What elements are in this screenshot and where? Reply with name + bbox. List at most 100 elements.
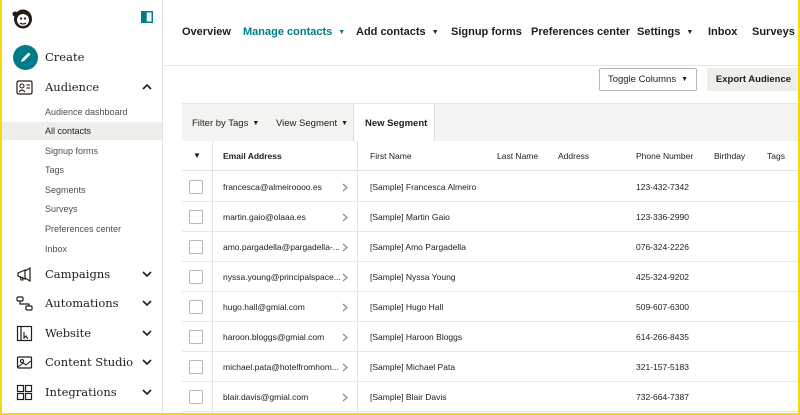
chevron-right-icon[interactable] <box>342 273 348 282</box>
tab-manage-contacts-label: Manage contacts <box>243 26 333 38</box>
sidebar-collapse-icon[interactable] <box>141 11 153 23</box>
chevron-right-icon[interactable] <box>342 213 348 222</box>
chevron-right-icon[interactable] <box>342 303 348 312</box>
table-row[interactable]: amo.pargadella@pargadella-... [Sample] Am… <box>182 232 798 262</box>
row-checkbox[interactable] <box>189 210 203 224</box>
column-birthday[interactable]: Birthday <box>714 151 745 161</box>
sidebar-item-campaigns[interactable]: Campaigns <box>2 261 162 287</box>
column-email-address[interactable]: Email Address <box>223 151 282 161</box>
sidebar-subitem-surveys[interactable]: Surveys <box>2 200 162 218</box>
chevron-down-icon: ▼ <box>338 29 346 36</box>
chevron-down-icon: ▼ <box>686 29 694 36</box>
chevron-down-icon[interactable] <box>142 388 152 396</box>
row-phone: 509-607-6300 <box>636 302 689 312</box>
row-phone: 123-336-2990 <box>636 212 689 222</box>
tab-overview[interactable]: Overview <box>182 26 231 38</box>
table-header: ▼ Email Address First Name Last Name Add… <box>182 141 798 171</box>
sidebar-item-integrations[interactable]: Integrations <box>2 379 162 405</box>
column-address[interactable]: Address <box>558 151 589 161</box>
row-checkbox[interactable] <box>189 300 203 314</box>
row-email[interactable]: amo.pargadella@pargadella-... <box>223 242 343 252</box>
sidebar-campaigns-label: Campaigns <box>45 267 111 281</box>
new-segment-button[interactable]: New Segment <box>353 104 435 142</box>
row-email[interactable]: nyssa.young@principalspace... <box>223 272 343 282</box>
table-row[interactable]: francesca@almeiroooo.es [Sample] Francesc… <box>182 172 798 202</box>
chevron-up-icon[interactable] <box>142 83 152 91</box>
filter-by-tags-label: Filter by Tags <box>192 118 249 129</box>
table-row[interactable]: nyssa.young@principalspace... [Sample] Ny… <box>182 262 798 292</box>
table-row[interactable]: haroon.bloggs@gmial.com [Sample] Haroon B… <box>182 322 798 352</box>
row-phone: 321-157-5183 <box>636 362 689 372</box>
toggle-columns-button[interactable]: Toggle Columns ▼ <box>599 68 697 91</box>
row-checkbox[interactable] <box>189 390 203 404</box>
audience-icon <box>16 80 33 95</box>
chevron-down-icon[interactable] <box>142 299 152 307</box>
column-last-name[interactable]: Last Name <box>497 151 538 161</box>
sidebar-item-audience[interactable]: Audience <box>2 74 162 100</box>
chevron-right-icon[interactable] <box>342 183 348 192</box>
chevron-down-icon[interactable] <box>142 270 152 278</box>
view-segment-dropdown[interactable]: View Segment ▼ <box>276 118 348 129</box>
tab-preferences-center[interactable]: Preferences center <box>531 26 630 38</box>
sidebar-item-create[interactable]: Create <box>2 44 162 70</box>
sidebar-subitem-all-contacts[interactable]: All contacts <box>2 122 162 140</box>
column-tags[interactable]: Tags <box>767 151 785 161</box>
export-audience-button[interactable]: Export Audience <box>707 68 798 91</box>
table-row[interactable]: michael.pata@hotelfromhom... [Sample] Mic… <box>182 352 798 382</box>
sidebar-audience-label: Audience <box>45 80 100 94</box>
row-email[interactable]: blair.davis@gmial.com <box>223 392 343 402</box>
chevron-down-icon[interactable] <box>142 358 152 366</box>
chevron-down-icon: ▼ <box>252 120 260 127</box>
tab-settings[interactable]: Settings ▼ <box>637 26 693 38</box>
tab-add-contacts[interactable]: Add contacts ▼ <box>356 26 439 38</box>
row-checkbox[interactable] <box>189 270 203 284</box>
chevron-right-icon[interactable] <box>342 393 348 402</box>
tab-signup-forms-label: Signup forms <box>451 26 522 38</box>
sidebar-subitem-preferences-center[interactable]: Preferences center <box>2 220 162 238</box>
sidebar-subitem-signup-forms[interactable]: Signup forms <box>2 142 162 160</box>
table-row[interactable]: martin.gaio@olaaa.es [Sample] Martin Gaio… <box>182 202 798 232</box>
row-checkbox[interactable] <box>189 330 203 344</box>
column-phone-number[interactable]: Phone Number <box>636 151 693 161</box>
row-email[interactable]: martin.gaio@olaaa.es <box>223 212 343 222</box>
row-checkbox[interactable] <box>189 180 203 194</box>
chevron-right-icon[interactable] <box>342 363 348 372</box>
tab-settings-label: Settings <box>637 26 681 38</box>
tab-manage-contacts[interactable]: Manage contacts ▼ <box>243 26 345 38</box>
sidebar-subitem-tags[interactable]: Tags <box>2 161 162 179</box>
integrations-icon <box>16 384 33 401</box>
row-first-name: [Sample] Nyssa Young <box>370 272 456 282</box>
sidebar-item-content-studio[interactable]: Content Studio <box>2 349 162 375</box>
sidebar-website-label: Website <box>45 326 92 340</box>
tab-surveys-label: Surveys <box>752 26 795 38</box>
sidebar-subitem-inbox[interactable]: Inbox <box>2 240 162 258</box>
tab-surveys[interactable]: Surveys <box>752 26 795 38</box>
chevron-down-icon[interactable] <box>142 329 152 337</box>
filter-by-tags-dropdown[interactable]: Filter by Tags ▼ <box>192 118 259 129</box>
row-checkbox[interactable] <box>189 240 203 254</box>
sidebar-subitem-audience-dashboard[interactable]: Audience dashboard <box>2 103 162 121</box>
sidebar-subitem-segments[interactable]: Segments <box>2 181 162 199</box>
mailchimp-logo-icon[interactable] <box>11 6 35 30</box>
row-email[interactable]: michael.pata@hotelfromhom... <box>223 362 343 372</box>
table-row[interactable]: blair.davis@gmial.com [Sample] Blair Davi… <box>182 382 798 412</box>
filter-bar: Filter by Tags ▼ View Segment ▼ New Segmen… <box>182 103 798 142</box>
sidebar-item-website[interactable]: Website <box>2 320 162 346</box>
row-email[interactable]: haroon.bloggs@gmial.com <box>223 332 343 342</box>
column-first-name[interactable]: First Name <box>370 151 412 161</box>
sidebar-item-automations[interactable]: Automations <box>2 290 162 316</box>
row-email[interactable]: hugo.hall@gmial.com <box>223 302 343 312</box>
row-checkbox[interactable] <box>189 360 203 374</box>
chevron-right-icon[interactable] <box>342 243 348 252</box>
tab-overview-label: Overview <box>182 26 231 38</box>
row-phone: 425-324-9202 <box>636 272 689 282</box>
tab-inbox[interactable]: Inbox <box>708 26 737 38</box>
tab-add-contacts-label: Add contacts <box>356 26 426 38</box>
chevron-right-icon[interactable] <box>342 333 348 342</box>
tab-signup-forms[interactable]: Signup forms <box>451 26 522 38</box>
select-all-chevron-icon[interactable]: ▼ <box>193 151 201 160</box>
table-row[interactable]: hugo.hall@gmial.com [Sample] Hugo Hall 509… <box>182 292 798 322</box>
new-segment-label: New Segment <box>365 118 428 129</box>
row-email[interactable]: francesca@almeiroooo.es <box>223 182 343 192</box>
sidebar-automations-label: Automations <box>45 296 119 310</box>
